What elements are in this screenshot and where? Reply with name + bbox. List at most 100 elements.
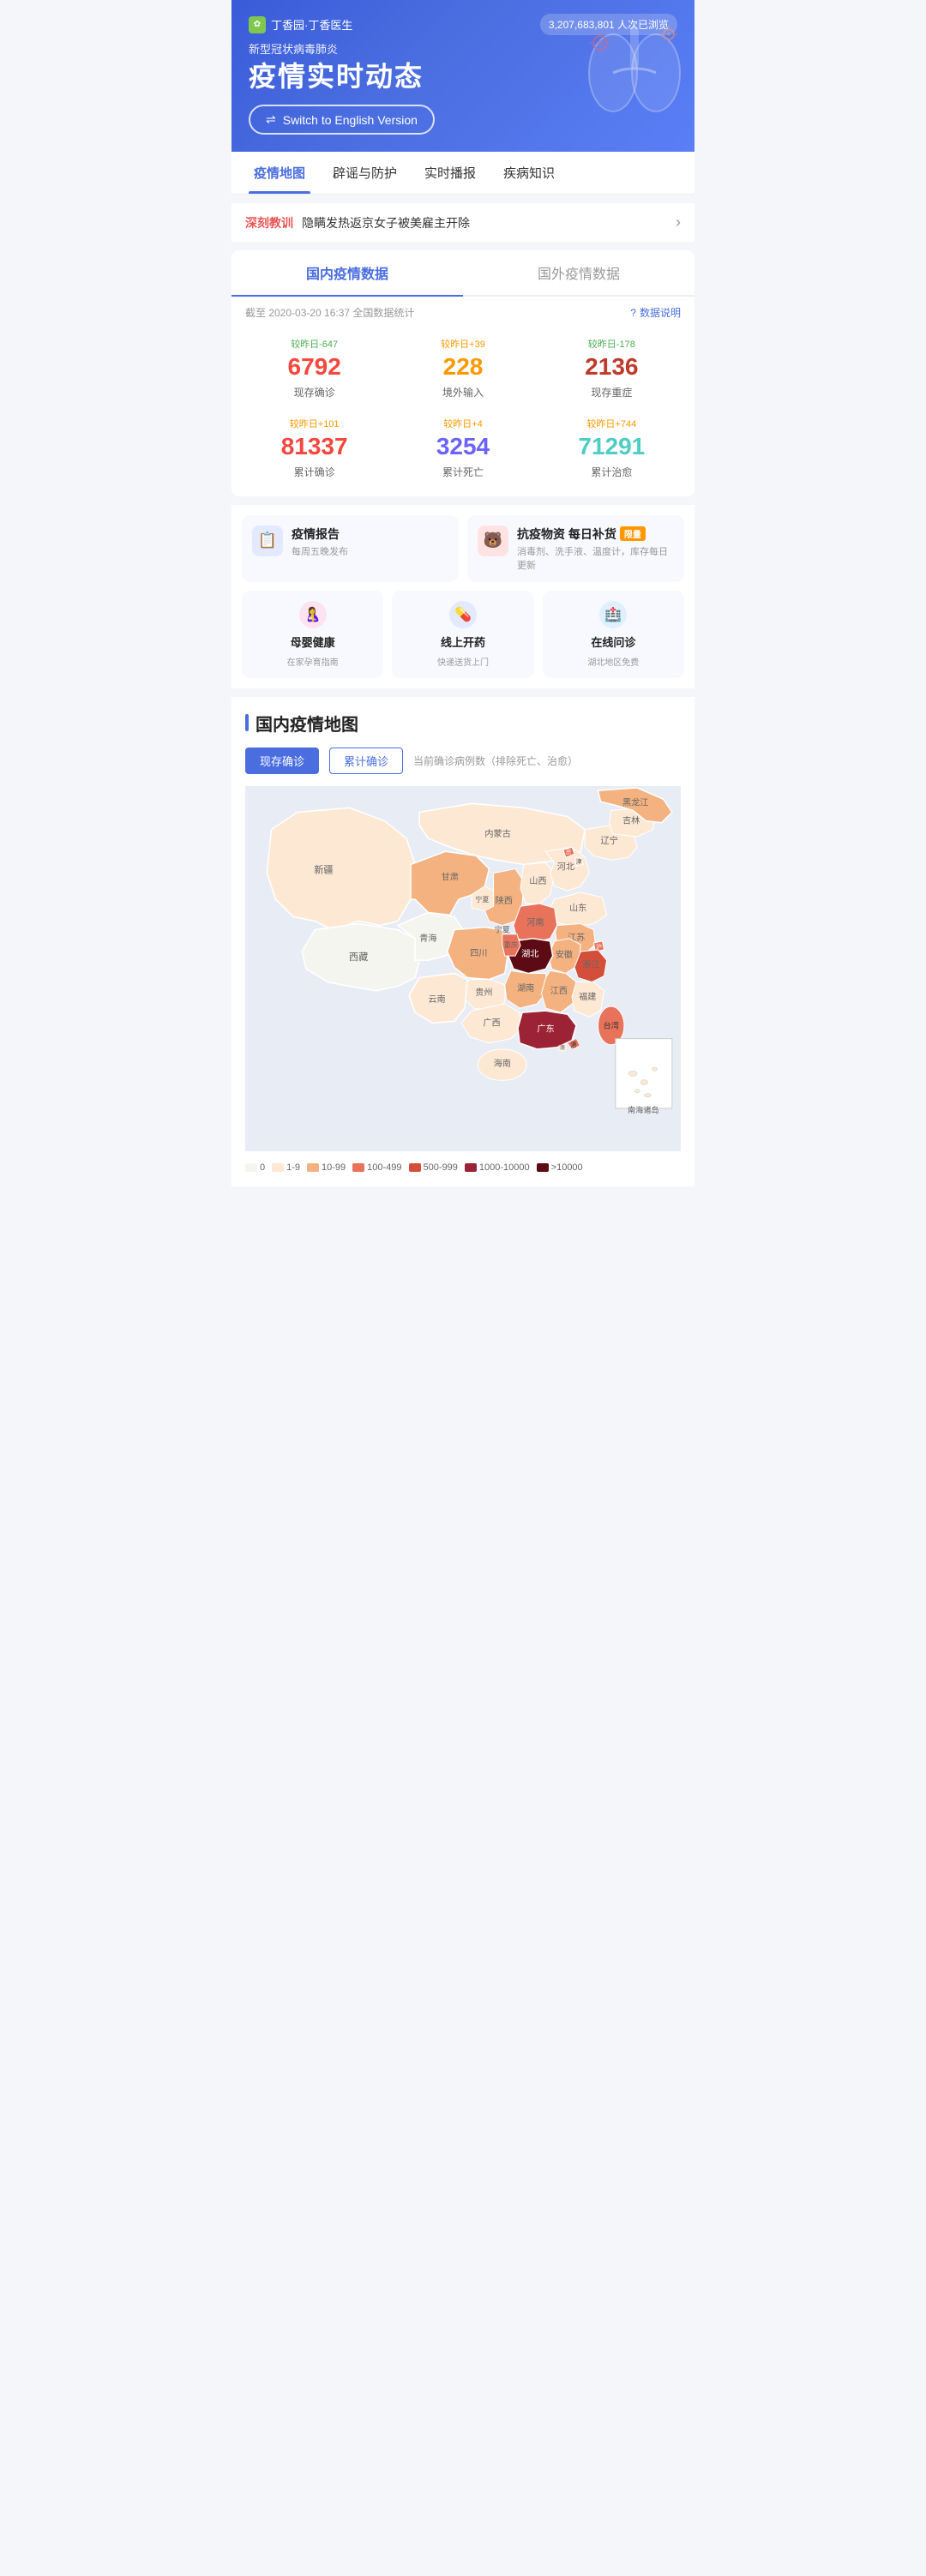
svg-text:京: 京	[565, 848, 571, 856]
stat-label-2: 现存重症	[543, 385, 681, 399]
map-title-row: 国内疫情地图	[245, 711, 681, 736]
stats-grid: 较昨日-647 6792 现存确诊 较昨日+39 228 境外输入 较昨日-17…	[232, 328, 694, 495]
svg-text:福建: 福建	[579, 990, 596, 1001]
title-bar-decoration	[245, 714, 249, 731]
consultation-title: 在线问诊	[591, 633, 635, 650]
stat-total-recovered: 较昨日+744 71291 累计治愈	[538, 408, 686, 488]
consultation-icon: 🏥	[599, 601, 627, 628]
limit-badge: 限量	[620, 526, 646, 541]
stat-total-confirmed: 较昨日+101 81337 累计确诊	[240, 408, 388, 488]
news-banner[interactable]: 深刻教训 隐瞒发热返京女子被美雇主开除 ›	[232, 203, 694, 242]
service-supplies-desc: 消毒剂、洗手液、温度计，库存每日更新	[517, 544, 674, 572]
service-online-pharmacy[interactable]: 💊 线上开药 快递送货上门	[392, 591, 533, 678]
svg-text:山西: 山西	[529, 875, 546, 886]
pharmacy-title: 线上开药	[441, 633, 485, 650]
service-section: 📋 疫情报告 每周五晚发布 🐻 抗疫物资 每日补货 限量 消毒剂、洗手液、温度计…	[232, 505, 694, 688]
legend-0: 0	[245, 1162, 265, 1173]
question-icon: ?	[630, 307, 636, 319]
china-map-svg: 新疆 西藏 青海 甘肃 内蒙古 宁夏 陕西 山西 河北	[245, 786, 681, 1152]
legend-label-3: 100-499	[367, 1162, 401, 1173]
stat-value-4: 3254	[394, 432, 532, 461]
stat-value-5: 71291	[543, 432, 681, 461]
stat-label-5: 累计治愈	[543, 465, 681, 479]
stat-change-0: 较昨日-647	[245, 337, 383, 351]
legend-label-2: 10-99	[322, 1162, 346, 1173]
map-filter: 现存确诊 累计确诊 当前确诊病例数（排除死亡、治愈）	[245, 748, 681, 774]
data-section: 国内疫情数据 国外疫情数据 截至 2020-03-20 16:37 全国数据统计…	[232, 250, 694, 495]
service-epidemic-report[interactable]: 📋 疫情报告 每周五晚发布	[242, 515, 459, 582]
legend-4: 500-999	[409, 1162, 458, 1173]
service-report-desc: 每周五晚发布	[292, 544, 348, 558]
svg-text:河南: 河南	[526, 916, 544, 928]
svg-text:澳: 澳	[560, 1043, 565, 1050]
tab-rumor-prevention[interactable]: 辟谣与防护	[319, 152, 411, 194]
filter-total-confirmed[interactable]: 累计确诊	[329, 748, 403, 774]
legend-2: 10-99	[307, 1162, 346, 1173]
tab-overseas-data[interactable]: 国外疫情数据	[463, 250, 694, 297]
svg-text:江西: 江西	[550, 985, 568, 995]
svg-text:山东: 山东	[569, 902, 586, 913]
lungs-decoration	[583, 9, 686, 120]
stat-change-5: 较昨日+744	[543, 417, 681, 430]
svg-text:辽宁: 辽宁	[601, 835, 618, 846]
stat-label-4: 累计死亡	[394, 465, 532, 479]
legend-6: >10000	[537, 1162, 583, 1173]
service-maternal-health[interactable]: 🤱 母婴健康 在家孕育指南	[242, 591, 383, 678]
pharmacy-desc: 快递送货上门	[437, 655, 489, 668]
stat-change-4: 较昨日+4	[394, 417, 532, 430]
maternal-title: 母婴健康	[291, 633, 335, 650]
legend-color-4	[409, 1163, 421, 1172]
legend-label-5: 1000-10000	[479, 1162, 530, 1173]
svg-text:安徽: 安徽	[556, 949, 573, 960]
switch-language-button[interactable]: ⇌ Switch to English Version	[249, 105, 435, 135]
svg-text:吉林: 吉林	[622, 814, 640, 826]
legend-5: 1000-10000	[465, 1162, 530, 1173]
svg-text:沪: 沪	[596, 943, 602, 951]
stat-value-3: 81337	[245, 432, 383, 461]
tab-realtime[interactable]: 实时播报	[411, 152, 490, 194]
service-report-title: 疫情报告	[292, 525, 348, 543]
tab-disease-knowledge[interactable]: 疾病知识	[490, 152, 568, 194]
svg-text:新疆: 新疆	[314, 863, 333, 875]
service-supplies-title: 抗疫物资 每日补货 限量	[517, 525, 674, 543]
stat-current-confirmed: 较昨日-647 6792 现存确诊	[240, 328, 388, 408]
news-tag: 深刻教训	[245, 214, 293, 231]
service-report-icon: 📋	[252, 525, 283, 556]
service-grid-top: 📋 疫情报告 每周五晚发布 🐻 抗疫物资 每日补货 限量 消毒剂、洗手液、温度计…	[242, 515, 684, 582]
maternal-icon: 🤱	[299, 601, 327, 628]
stat-value-1: 228	[394, 352, 532, 381]
map-section-title: 国内疫情地图	[256, 711, 358, 736]
svg-text:南海诸岛: 南海诸岛	[628, 1105, 659, 1114]
logo-text: 丁香园·丁香医生	[271, 16, 352, 33]
switch-label: Switch to English Version	[283, 113, 418, 127]
legend-label-1: 1-9	[286, 1162, 300, 1173]
data-note-link[interactable]: ? 数据说明	[630, 305, 681, 320]
legend-color-5	[465, 1163, 477, 1172]
svg-text:广西: 广西	[483, 1018, 500, 1028]
south-sea-box	[616, 1038, 672, 1108]
svg-text:广东: 广东	[537, 1023, 554, 1034]
tab-epidemic-map[interactable]: 疫情地图	[240, 152, 319, 194]
svg-text:四川: 四川	[470, 949, 487, 958]
filter-current-confirmed[interactable]: 现存确诊	[245, 748, 319, 774]
legend-label-4: 500-999	[424, 1162, 458, 1173]
svg-text:浙江: 浙江	[582, 959, 599, 970]
stat-change-1: 较昨日+39	[394, 337, 532, 351]
stat-label-0: 现存确诊	[245, 385, 383, 399]
legend-color-3	[352, 1163, 364, 1172]
data-tabs: 国内疫情数据 国外疫情数据	[232, 250, 694, 297]
legend-label-0: 0	[260, 1162, 265, 1173]
tab-domestic-data[interactable]: 国内疫情数据	[232, 250, 463, 297]
logo: ✿ 丁香园·丁香医生	[249, 16, 352, 33]
legend-color-0	[245, 1163, 257, 1172]
service-online-consultation[interactable]: 🏥 在线问诊 湖北地区免费	[543, 591, 684, 678]
news-text: 隐瞒发热返京女子被美雇主开除	[302, 214, 667, 231]
svg-text:湖南: 湖南	[517, 982, 534, 993]
maternal-desc: 在家孕育指南	[287, 655, 339, 668]
map-container: 新疆 西藏 青海 甘肃 内蒙古 宁夏 陕西 山西 河北	[245, 786, 681, 1155]
data-info-row: 截至 2020-03-20 16:37 全国数据统计 ? 数据说明	[232, 297, 694, 328]
stat-label-3: 累计确诊	[245, 465, 383, 479]
stat-label-1: 境外输入	[394, 385, 532, 399]
stat-imported: 较昨日+39 228 境外输入	[388, 328, 537, 408]
service-supplies[interactable]: 🐻 抗疫物资 每日补货 限量 消毒剂、洗手液、温度计，库存每日更新	[467, 515, 684, 582]
